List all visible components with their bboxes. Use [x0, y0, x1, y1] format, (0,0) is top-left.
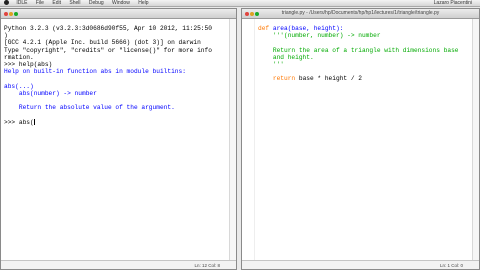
window-controls: [245, 11, 260, 18]
zoom-icon[interactable]: [255, 12, 259, 16]
shell-line: Return the absolute value of the argumen…: [4, 104, 175, 112]
apple-icon[interactable]: [4, 0, 9, 6]
code-editor[interactable]: def area(base, height): '''(number, numb…: [242, 19, 479, 260]
def-keyword: def: [258, 25, 270, 32]
menu-item-edit[interactable]: Edit: [52, 0, 61, 6]
shell-line: ): [4, 32, 8, 40]
python-shell-window: Python 3.2.3 (v3.2.3:3d0686d90f55, Apr 1…: [0, 8, 237, 270]
close-icon[interactable]: [245, 12, 249, 16]
menu-item-app[interactable]: IDLE: [16, 0, 27, 6]
shell-line: rmation.: [4, 53, 34, 61]
minimize-icon[interactable]: [9, 12, 13, 16]
shell-titlebar: [1, 9, 236, 19]
window-controls: [4, 11, 19, 18]
editor-status: Ln: 1 Col: 0: [242, 260, 479, 269]
menu-item-help[interactable]: Help: [138, 0, 148, 6]
menu-bar: IDLE File Edit Shell Debug Window Help L…: [0, 0, 480, 7]
editor-titlebar: triangle.py - /Users/hp/Documents/hp/hp1…: [242, 9, 479, 19]
shell-line: Python 3.2.3 (v3.2.3:3d0686d90f55, Apr 1…: [4, 25, 212, 32]
docstring-line: and height.: [258, 53, 314, 61]
editor-scrollbar[interactable]: [472, 19, 479, 260]
zoom-icon[interactable]: [14, 12, 18, 16]
text-cursor: [33, 119, 35, 125]
menu-item-file[interactable]: File: [36, 0, 44, 6]
docstring-line: Return the area of a triangle with dimen…: [258, 46, 459, 54]
shell-line: >>> help(abs): [4, 61, 53, 69]
close-icon[interactable]: [4, 12, 8, 16]
shell-line: [GCC 4.2.1 (Apple Inc. build 5666) (dot …: [4, 39, 201, 47]
shell-scrollbar[interactable]: [229, 19, 236, 260]
minimize-icon[interactable]: [250, 12, 254, 16]
docstring-line: '''(number, number) -> number: [258, 32, 381, 40]
user-name[interactable]: Lazaro Piacentini: [434, 0, 472, 7]
menu-item-shell[interactable]: Shell: [69, 0, 80, 6]
shell-input[interactable]: abs(: [19, 119, 34, 126]
return-keyword: return: [258, 75, 296, 83]
shell-line: Type "copyright", "credits" or "license(…: [4, 46, 212, 54]
shell-line: abs(number) -> number: [4, 89, 97, 97]
shell-output[interactable]: Python 3.2.3 (v3.2.3:3d0686d90f55, Apr 1…: [1, 19, 236, 260]
editor-window: triangle.py - /Users/hp/Documents/hp/hp1…: [241, 8, 480, 270]
return-expression: base * height / 2: [295, 75, 362, 83]
docstring-line: ''': [258, 61, 284, 69]
function-signature: area(base, height):: [269, 25, 344, 32]
shell-line: abs(...): [4, 82, 34, 90]
shell-line: Help on built-in function abs in module …: [4, 68, 186, 76]
shell-status: Ln: 12 Col: 8: [1, 260, 236, 269]
shell-prompt: >>>: [4, 118, 19, 126]
editor-title: triangle.py - /Users/hp/Documents/hp/hp1…: [281, 10, 440, 16]
menu-item-window[interactable]: Window: [112, 0, 130, 6]
menu-item-debug[interactable]: Debug: [89, 0, 104, 6]
